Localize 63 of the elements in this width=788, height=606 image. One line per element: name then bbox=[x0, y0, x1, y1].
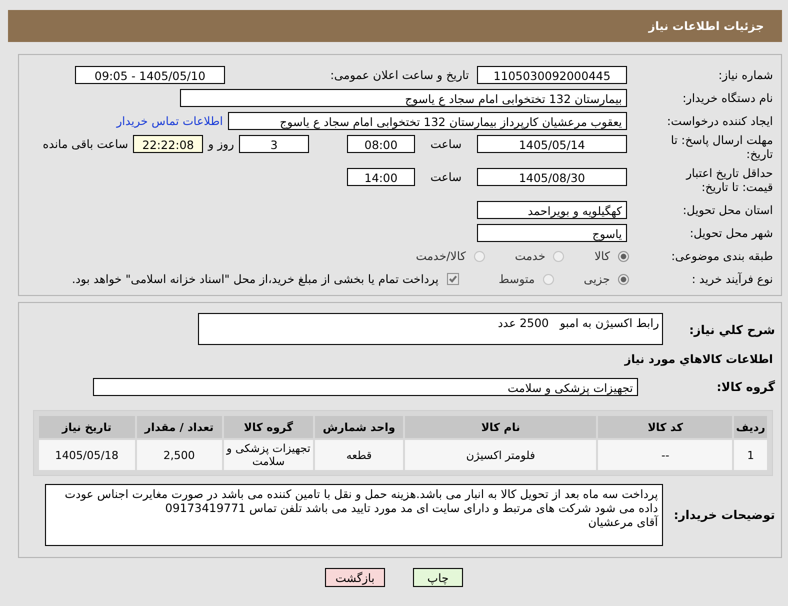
deadline-date-field: 1405/05/14 bbox=[477, 135, 627, 153]
radio-label: جزیی bbox=[584, 272, 610, 286]
field-label: نام دستگاه خریدار: bbox=[681, 91, 773, 105]
table-cell: 1 bbox=[734, 440, 767, 470]
field-label: استان محل تحویل: bbox=[682, 203, 773, 217]
validity-time-field: 14:00 bbox=[347, 168, 415, 186]
radio-button[interactable] bbox=[618, 250, 629, 262]
column-header: گروه کالا bbox=[224, 416, 314, 438]
page-title: جزئیات اطلاعات نیاز bbox=[648, 19, 764, 33]
days-label: روز و bbox=[208, 137, 234, 151]
treasury-checkbox[interactable] bbox=[446, 273, 459, 285]
buyer-org-field: بیمارستان 132 تختخوابی امام سجاد ع یاسوج bbox=[180, 89, 627, 107]
column-header: تاریخ نیاز bbox=[39, 416, 134, 438]
column-header: ردیف bbox=[734, 416, 767, 438]
field-label: نوع فرآیند خرید : bbox=[690, 272, 773, 286]
column-header: نام کالا bbox=[404, 416, 596, 438]
deadline-time-field: 08:00 bbox=[347, 135, 415, 153]
treasury-label: پرداخت تمام یا بخشی از مبلغ خرید،از محل "اسناد خزانه اسلامی" خواهد بود. bbox=[72, 272, 439, 286]
radio-label: خدمت bbox=[514, 249, 546, 263]
validity-date-field: 1405/08/30 bbox=[477, 168, 627, 186]
days-field: 3 bbox=[239, 135, 309, 153]
table-cell: -- bbox=[598, 440, 732, 470]
print-button[interactable]: چاپ bbox=[413, 568, 463, 587]
radio-button[interactable] bbox=[542, 274, 554, 284]
time-label: ساعت bbox=[429, 137, 463, 151]
summary-textarea[interactable]: رابط اکسیژن به امبو 2500 عدد bbox=[198, 313, 663, 345]
field-label: شماره نیاز: bbox=[717, 68, 773, 82]
radio-button[interactable] bbox=[474, 250, 485, 262]
table-cell: فلومتر اکسیژن bbox=[404, 440, 596, 470]
section-heading: اطلاعات کالاهاي مورد نياز bbox=[623, 352, 774, 366]
table-cell: تجهیزات پزشکی و سلامت bbox=[224, 440, 314, 470]
field-label: حداقل تاریخ اعتبار قیمت: تا تاریخ: bbox=[684, 166, 773, 194]
field-label: شهر محل تحویل: bbox=[688, 226, 773, 240]
requester-field: یعقوب مرعشیان کارپرداز بیمارستان 132 تختخوابی امام سجاد ع یاسوج bbox=[228, 112, 627, 130]
field-label: شرح کلي نياز: bbox=[688, 323, 776, 337]
radio-button[interactable] bbox=[618, 274, 629, 284]
remaining-time-field: 22:22:08 bbox=[133, 135, 204, 153]
field-label: مهلت ارسال پاسخ: تا تاریخ: bbox=[670, 133, 773, 161]
buyer-contact-link[interactable]: اطلاعات تماس خریدار bbox=[116, 114, 223, 128]
table-cell: 1405/05/18 bbox=[39, 440, 134, 470]
table-cell: 2,500 bbox=[136, 440, 222, 470]
field-label: ایجاد کننده درخواست: bbox=[666, 114, 773, 128]
province-field: کهگیلویه و بویراحمد bbox=[477, 201, 627, 219]
column-header: تعداد / مقدار bbox=[136, 416, 222, 438]
city-field: یاسوج bbox=[477, 224, 627, 242]
field-label: طبقه بندی موضوعی: bbox=[670, 249, 773, 263]
radio-label: کالا bbox=[594, 249, 610, 263]
need-number-field: 1105030092000445 bbox=[477, 66, 627, 84]
buyer-notes-textarea[interactable]: پرداخت سه ماه بعد از تحویل کالا به انبار می باشد.هزینه حمل و نقل با تامین کننده می باشد در صورت مغایرت اجناس عودت داده می شود شرکت های مرتبط و دارای سایت ای مد مورد تایید می باشد تلفن تماس 09173419771 آقای مرعشیان bbox=[45, 484, 663, 546]
back-button[interactable]: بازگشت bbox=[325, 568, 385, 587]
field-label: گروه کالا: bbox=[716, 380, 776, 394]
remaining-label: ساعت باقی مانده bbox=[42, 137, 128, 151]
radio-button[interactable] bbox=[553, 250, 564, 262]
radio-label: متوسط bbox=[498, 272, 535, 286]
time-label: ساعت bbox=[429, 170, 463, 184]
column-header: واحد شمارش bbox=[315, 416, 403, 438]
field-label: تاریخ و ساعت اعلان عمومی: bbox=[329, 68, 469, 82]
goods-group-field: تجهیزات پزشکی و سلامت bbox=[93, 378, 638, 396]
column-header: کد کالا bbox=[598, 416, 732, 438]
radio-label: کالا/خدمت bbox=[416, 249, 466, 263]
announce-date-field: 1405/05/10 - 09:05 bbox=[75, 66, 225, 84]
table-cell: قطعه bbox=[315, 440, 403, 470]
field-label: توضیحات خریدار: bbox=[672, 508, 776, 522]
